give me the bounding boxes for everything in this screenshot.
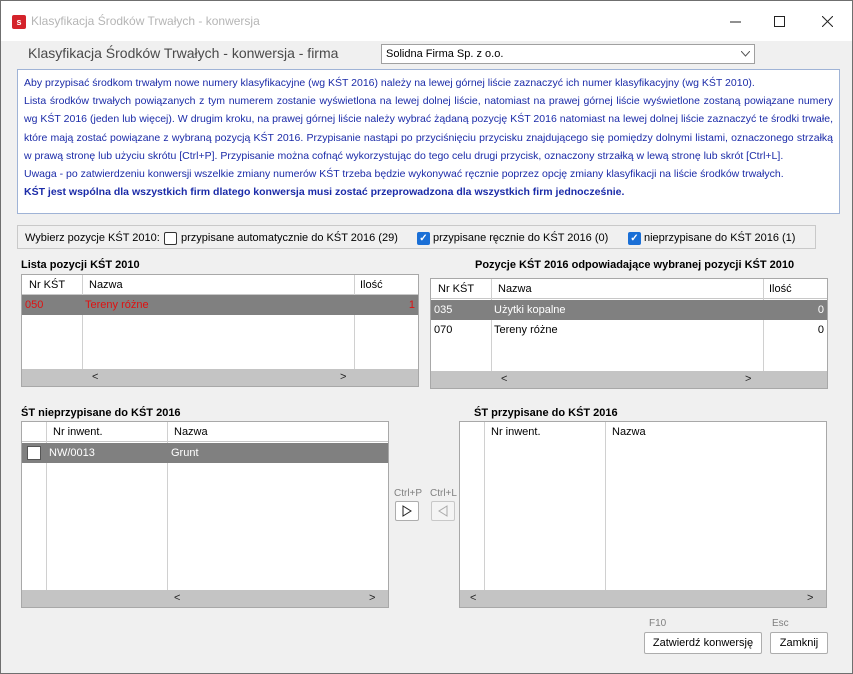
unassign-shortcut-label: Ctrl+L: [430, 488, 457, 499]
filter-unassigned-checkbox[interactable]: ✓: [628, 232, 641, 245]
unassign-button[interactable]: [431, 501, 455, 521]
col-nazwa[interactable]: Nazwa: [89, 279, 123, 291]
arrow-left-icon: [438, 505, 448, 517]
scroll-right-icon[interactable]: >: [369, 592, 375, 604]
assigned-scrollbar[interactable]: < >: [460, 590, 826, 607]
instructions-warning: KŚT jest wspólna dla wszystkich firm dla…: [24, 186, 625, 199]
col-nr-inwent[interactable]: Nr inwent.: [491, 426, 541, 438]
list2016-grid[interactable]: Nr KŚT Nazwa Ilość 035 Użytki kopalne 0 …: [430, 278, 828, 389]
cell-nazwa: Użytki kopalne: [494, 304, 566, 316]
close-icon: [821, 15, 833, 27]
unassigned-scrollbar[interactable]: < >: [22, 590, 388, 607]
col-nr[interactable]: Nr KŚT: [29, 279, 65, 291]
maximize-button[interactable]: [756, 1, 802, 41]
table-row[interactable]: NW/0013 Grunt: [22, 443, 388, 463]
chevron-down-icon[interactable]: [737, 45, 754, 63]
instructions-line-3: Uwaga - po zatwierdzeniu konwersji wszel…: [24, 168, 784, 181]
scroll-left-icon[interactable]: <: [92, 371, 98, 383]
page-title: Klasyfikacja Środków Trwałych - konwersj…: [28, 45, 339, 61]
filter-manual-checkbox[interactable]: ✓: [417, 232, 430, 245]
filter-label: Wybierz pozycje KŚT 2010:: [25, 232, 160, 244]
cell-nr: 035: [434, 304, 453, 316]
col-nazwa[interactable]: Nazwa: [174, 426, 208, 438]
list2010-title: Lista pozycji KŚT 2010: [21, 259, 140, 271]
filter-auto-label[interactable]: przypisane automatycznie do KŚT 2016 (29…: [181, 232, 398, 244]
close-shortcut-label: Esc: [772, 618, 789, 629]
table-row[interactable]: 035 Użytki kopalne 0: [431, 300, 827, 320]
cell-nr-inwent: NW/0013: [49, 447, 95, 459]
scroll-left-icon[interactable]: <: [174, 592, 180, 604]
col-ilosc[interactable]: Ilość: [769, 283, 792, 295]
scroll-left-icon[interactable]: <: [470, 592, 476, 604]
table-row[interactable]: 050 Tereny różne 1: [22, 295, 418, 315]
assign-button[interactable]: [395, 501, 419, 521]
filter-manual-label[interactable]: przypisane ręcznie do KŚT 2016 (0): [433, 232, 608, 244]
cell-nr: 050: [25, 299, 44, 311]
maximize-icon: [773, 15, 785, 27]
list2016-title: Pozycje KŚT 2016 odpowiadające wybranej …: [475, 259, 795, 271]
col-nazwa[interactable]: Nazwa: [498, 283, 532, 295]
assigned-grid[interactable]: Nr inwent. Nazwa < >: [459, 421, 827, 608]
col-nazwa[interactable]: Nazwa: [612, 426, 646, 438]
minimize-button[interactable]: [712, 1, 758, 41]
instructions-line-2: Lista środków trwałych powiązanych z tym…: [24, 95, 833, 162]
col-ilosc[interactable]: Ilość: [360, 279, 383, 291]
row-checkbox[interactable]: [27, 446, 41, 460]
cell-nazwa: Tereny różne: [85, 299, 149, 311]
filter-auto-checkbox[interactable]: [164, 232, 177, 245]
window: s Klasyfikacja Środków Trwałych - konwer…: [0, 0, 853, 674]
assigned-header: Nr inwent. Nazwa: [460, 422, 826, 442]
confirm-shortcut-label: F10: [649, 618, 667, 629]
cell-nazwa: Grunt: [171, 447, 199, 459]
col-nr-inwent[interactable]: Nr inwent.: [53, 426, 103, 438]
title-bar: s Klasyfikacja Środków Trwałych - konwer…: [1, 1, 852, 41]
firm-select[interactable]: Solidna Firma Sp. z o.o.: [381, 44, 755, 64]
window-title: Klasyfikacja Środków Trwałych - konwersj…: [31, 14, 260, 28]
filter-panel: Wybierz pozycje KŚT 2010: przypisane aut…: [17, 225, 816, 249]
unassigned-header: Nr inwent. Nazwa: [22, 422, 388, 442]
arrow-right-icon: [402, 505, 412, 517]
instructions-line-1: Aby przypisać środkom trwałym nowe numer…: [24, 77, 755, 89]
cell-nazwa: Tereny różne: [494, 324, 558, 336]
confirm-conversion-button[interactable]: Zatwierdź konwersję: [644, 632, 762, 654]
cell-ilosc: 0: [817, 304, 824, 316]
scroll-right-icon[interactable]: >: [807, 592, 813, 604]
instructions-panel: Aby przypisać środkom trwałym nowe numer…: [17, 69, 840, 214]
scroll-left-icon[interactable]: <: [501, 373, 507, 385]
scroll-right-icon[interactable]: >: [340, 371, 346, 383]
unassigned-title: ŚT nieprzypisane do KŚT 2016: [21, 407, 181, 419]
list2010-scrollbar[interactable]: < >: [22, 369, 418, 386]
cell-nr: 070: [434, 324, 453, 336]
scroll-right-icon[interactable]: >: [745, 373, 751, 385]
firm-select-value: Solidna Firma Sp. z o.o.: [386, 48, 504, 60]
close-window-button[interactable]: [804, 1, 850, 41]
cell-ilosc: 0: [817, 324, 824, 336]
list2016-scrollbar[interactable]: < >: [431, 371, 827, 388]
list2010-grid[interactable]: Nr KŚT Nazwa Ilość 050 Tereny różne 1 < …: [21, 274, 419, 387]
app-icon: s: [12, 15, 26, 29]
assign-shortcut-label: Ctrl+P: [394, 488, 423, 499]
minimize-icon: [729, 21, 741, 22]
close-button[interactable]: Zamknij: [770, 632, 828, 654]
cell-ilosc: 1: [408, 299, 415, 311]
col-nr[interactable]: Nr KŚT: [438, 283, 474, 295]
unassigned-grid[interactable]: Nr inwent. Nazwa NW/0013 Grunt < >: [21, 421, 389, 608]
table-row[interactable]: 070 Tereny różne 0: [431, 320, 827, 340]
filter-unassigned-label[interactable]: nieprzypisane do KŚT 2016 (1): [644, 232, 795, 244]
assigned-title: ŚT przypisane do KŚT 2016: [474, 407, 618, 419]
